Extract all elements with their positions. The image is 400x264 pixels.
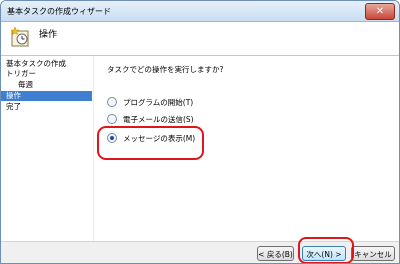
step-title: 操作 (39, 30, 58, 40)
option-label: 電子メールの送信(S) (123, 114, 194, 124)
window-title: 基本タスクの作成ウィザード (7, 7, 111, 16)
cancel-button[interactable]: キャンセル (351, 246, 395, 261)
radio-start-program[interactable] (107, 97, 117, 107)
option-start-program[interactable]: プログラムの開始(T) (107, 96, 193, 108)
step-header: 操作 (1, 22, 399, 56)
sidebar-item-action[interactable]: 操作 (1, 91, 92, 101)
sidebar-item-weekly[interactable]: 毎週 (18, 80, 33, 90)
close-button[interactable]: ✕ (365, 3, 395, 20)
sidebar-item-create-basic-task[interactable]: 基本タスクの作成 (6, 59, 66, 69)
highlight-ring-option (97, 126, 204, 160)
radio-send-email[interactable] (107, 114, 117, 124)
option-label: プログラムの開始(T) (123, 97, 194, 107)
sidebar-item-trigger[interactable]: トリガー (6, 69, 36, 79)
highlight-ring-next (298, 237, 354, 263)
option-send-email[interactable]: 電子メールの送信(S) (107, 113, 194, 125)
sidebar-item-finish[interactable]: 完了 (6, 102, 21, 112)
task-clock-icon (10, 26, 29, 47)
back-button[interactable]: < 戻る(B) (257, 246, 294, 261)
title-bar: 基本タスクの作成ウィザード ✕ (1, 1, 399, 22)
action-question: タスクでどの操作を実行しますか? (107, 65, 224, 74)
wizard-window: 基本タスクの作成ウィザード ✕ 操作 基本タスクの作成 トリガー 毎週 操作 完… (0, 0, 400, 264)
wizard-steps-sidebar: 基本タスクの作成 トリガー 毎週 操作 完了 (1, 56, 92, 241)
